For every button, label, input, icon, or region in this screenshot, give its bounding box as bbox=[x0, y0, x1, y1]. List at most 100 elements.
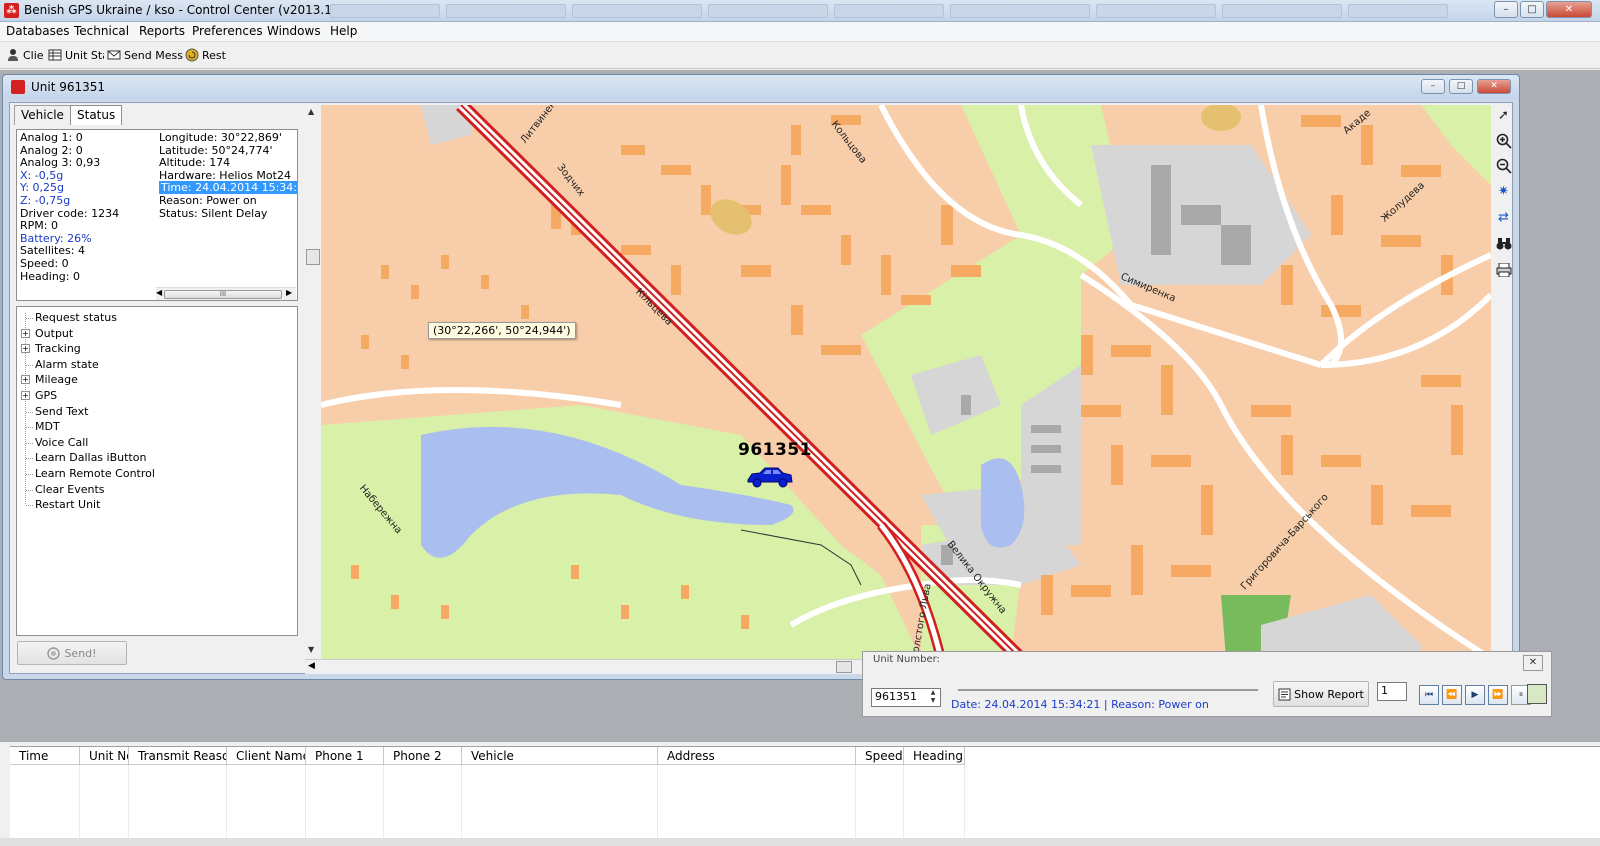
taskbar-item[interactable] bbox=[834, 4, 944, 18]
step-back-button[interactable]: ⏪ bbox=[1442, 685, 1462, 705]
toolbar-label: Rest bbox=[202, 48, 226, 62]
column-header[interactable]: Transmit Reason bbox=[129, 747, 227, 765]
pointer-icon[interactable]: ➚ bbox=[1493, 105, 1514, 127]
play-button[interactable]: ▶ bbox=[1465, 685, 1485, 705]
command-item[interactable]: Clear Events bbox=[35, 483, 105, 496]
map-vertical-scrollbar[interactable]: ▲ ▼ bbox=[305, 105, 321, 671]
column-header[interactable]: Phone 1 bbox=[306, 747, 384, 765]
step-forward-button[interactable]: ⏩ bbox=[1488, 685, 1508, 705]
command-item[interactable]: Tracking bbox=[35, 342, 81, 355]
expand-icon[interactable]: + bbox=[21, 391, 30, 400]
column-header[interactable]: Speed bbox=[856, 747, 904, 765]
unit-number-label: Unit Number: bbox=[873, 654, 940, 665]
unit-close-button[interactable]: ✕ bbox=[1477, 79, 1511, 94]
command-item[interactable]: Request status bbox=[35, 311, 117, 324]
column-header[interactable]: Vehicle bbox=[462, 747, 658, 765]
taskbar-item[interactable] bbox=[446, 4, 566, 18]
close-button[interactable]: ✕ bbox=[1546, 1, 1592, 18]
command-item[interactable]: Learn Remote Control bbox=[35, 467, 155, 480]
menu-technical[interactable]: Technical bbox=[74, 24, 129, 38]
command-item[interactable]: Voice Call bbox=[35, 436, 88, 449]
menu-preferences[interactable]: Preferences bbox=[192, 24, 263, 38]
unit-window-body: Vehicle Status Analog 1: 0 Analog 2: 0 Ana… bbox=[9, 102, 1513, 674]
status-horizontal-scrollbar[interactable]: ◀ III ▶ bbox=[156, 287, 296, 300]
print-icon[interactable] bbox=[1493, 259, 1514, 281]
maximize-button[interactable]: □ bbox=[1520, 1, 1544, 18]
scroll-left-arrow-icon[interactable]: ◀ bbox=[156, 288, 162, 297]
menu-help[interactable]: Help bbox=[330, 24, 357, 38]
taskbar-item[interactable] bbox=[1222, 4, 1342, 18]
events-grid[interactable]: TimeUnit NoTransmit ReasonClient NamePho… bbox=[10, 746, 1600, 846]
taskbar-item[interactable] bbox=[950, 4, 1090, 18]
command-item[interactable]: Output bbox=[35, 327, 73, 340]
status-strip bbox=[0, 838, 1600, 846]
grid-column bbox=[856, 765, 904, 843]
map-canvas[interactable] bbox=[321, 105, 1491, 659]
menu-reports[interactable]: Reports bbox=[139, 24, 185, 38]
minimize-button[interactable]: – bbox=[1494, 1, 1518, 18]
zoom-out-icon[interactable] bbox=[1493, 155, 1514, 177]
column-header[interactable]: Heading bbox=[904, 747, 965, 765]
column-header[interactable]: Unit No bbox=[80, 747, 129, 765]
menu-databases[interactable]: Databases bbox=[6, 24, 70, 38]
unit-maximize-button[interactable]: □ bbox=[1449, 79, 1473, 94]
column-header[interactable]: Time bbox=[10, 747, 80, 765]
status-scroll-thumb[interactable]: III bbox=[164, 290, 282, 299]
menu-windows[interactable]: Windows bbox=[267, 24, 321, 38]
command-item[interactable]: Restart Unit bbox=[35, 498, 100, 511]
send-button[interactable]: Send! bbox=[17, 641, 127, 665]
taskbar-item[interactable] bbox=[330, 4, 440, 18]
expand-icon[interactable]: + bbox=[21, 328, 30, 338]
clients-button[interactable]: Clie bbox=[6, 45, 46, 65]
monitor-icon[interactable] bbox=[1527, 684, 1547, 704]
history-close-button[interactable]: ✕ bbox=[1523, 655, 1543, 671]
vehicle-car-icon[interactable] bbox=[746, 466, 794, 488]
scroll-down-arrow-icon[interactable]: ▼ bbox=[308, 645, 314, 654]
unit-status-button[interactable]: Unit Sta bbox=[48, 45, 104, 65]
zoom-in-icon[interactable] bbox=[1493, 130, 1514, 152]
column-header[interactable]: Address bbox=[658, 747, 856, 765]
map-view[interactable]: Литвинен Зодчих Кольцова Кільцева Симире… bbox=[321, 105, 1491, 659]
command-item[interactable]: MDT bbox=[35, 420, 60, 433]
restore-button[interactable]: Rest bbox=[185, 45, 231, 65]
taskbar-item[interactable] bbox=[708, 4, 828, 18]
unit-window-titlebar[interactable]: Unit 961351 – □ ✕ bbox=[3, 75, 1519, 99]
playback-speed-select[interactable]: 1 bbox=[1377, 682, 1407, 701]
vehicle-unit-label: 961351 bbox=[738, 440, 812, 460]
history-timeline-slider[interactable] bbox=[958, 681, 1258, 691]
expand-icon[interactable]: + bbox=[21, 344, 30, 354]
binoculars-icon[interactable] bbox=[1493, 233, 1514, 255]
command-item[interactable]: Send Text bbox=[35, 405, 88, 418]
column-header[interactable]: Client Name bbox=[227, 747, 306, 765]
horizontal-scroll-thumb[interactable] bbox=[836, 661, 852, 673]
tree-connector bbox=[26, 505, 33, 507]
send-message-button[interactable]: Send Messa bbox=[107, 45, 183, 65]
command-item[interactable]: Alarm state bbox=[35, 358, 99, 371]
rewind-start-button[interactable]: ⏮ bbox=[1419, 685, 1439, 705]
scroll-up-arrow-icon[interactable]: ▲ bbox=[308, 107, 314, 116]
scroll-right-arrow-icon[interactable]: ▶ bbox=[286, 288, 292, 297]
toolbar-label: Send Messa bbox=[124, 48, 183, 62]
fit-icon[interactable]: ✷ bbox=[1493, 181, 1514, 203]
command-item[interactable]: Learn Dallas iButton bbox=[35, 451, 146, 464]
tab-status[interactable]: Status bbox=[70, 105, 123, 125]
tab-vehicle[interactable]: Vehicle bbox=[14, 105, 71, 125]
grid-column bbox=[384, 765, 462, 843]
scroll-left-arrow-icon[interactable]: ◀ bbox=[308, 661, 315, 671]
taskbar-item[interactable] bbox=[572, 4, 702, 18]
app-logo-icon: ⁂ bbox=[4, 3, 19, 18]
unit-number-spinner[interactable]: ▲ ▼ bbox=[927, 689, 939, 706]
pan-icon[interactable]: ⇄ bbox=[1493, 207, 1514, 229]
status-field: Status: Silent Delay bbox=[159, 207, 267, 221]
expand-icon[interactable]: + bbox=[21, 375, 30, 385]
taskbar-item[interactable] bbox=[1096, 4, 1216, 18]
command-item[interactable]: Mileage bbox=[35, 373, 78, 386]
status-field-text: Longitude: 30°22,869' bbox=[159, 131, 282, 144]
command-item[interactable]: GPS bbox=[35, 389, 57, 402]
show-report-button[interactable]: Show Report bbox=[1273, 681, 1369, 707]
taskbar-item[interactable] bbox=[1348, 4, 1448, 18]
window-title: Benish GPS Ukraine / kso - Control Cente… bbox=[24, 3, 364, 17]
vertical-scroll-thumb[interactable] bbox=[306, 249, 320, 265]
unit-minimize-button[interactable]: – bbox=[1421, 79, 1445, 94]
column-header[interactable]: Phone 2 bbox=[384, 747, 462, 765]
